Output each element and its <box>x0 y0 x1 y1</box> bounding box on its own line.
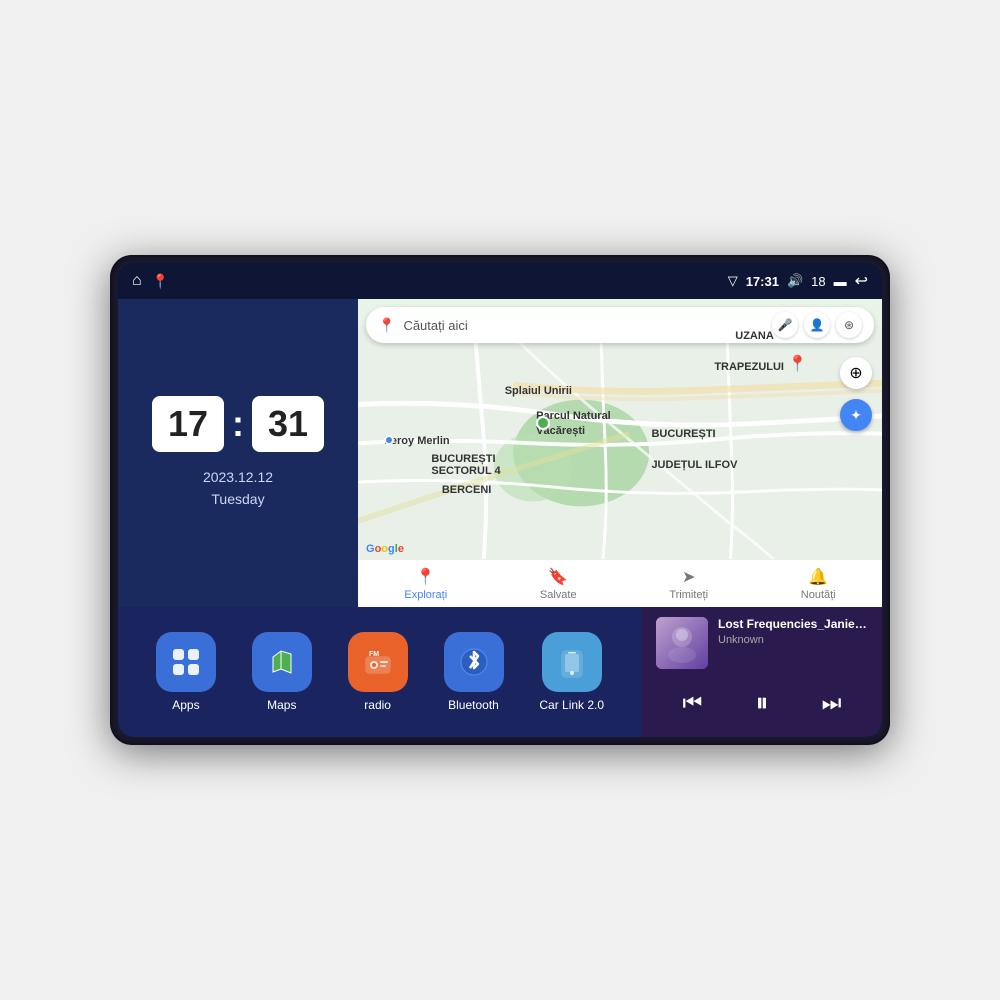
app-item-bluetooth[interactable]: Bluetooth <box>444 632 504 712</box>
map-nav-saved[interactable]: 🔖 Salvate <box>540 567 577 601</box>
status-right-icons: ▽ 17:31 🔊 18 ▬ ↩ <box>728 271 868 291</box>
music-next-btn[interactable]: ⏭ <box>814 686 850 720</box>
maps-status-icon[interactable]: 📍 <box>152 273 169 290</box>
layers-btn[interactable]: ⊛ <box>836 312 862 338</box>
music-artist: Unknown <box>718 634 868 646</box>
volume-icon: 🔊 <box>787 273 803 289</box>
voice-search-btn[interactable]: 🎤 <box>772 312 798 338</box>
main-content: 17 : 31 2023.12.12 Tuesday <box>118 299 882 737</box>
map-nav-explore[interactable]: 📍 Explorați <box>404 567 447 601</box>
clock-display: 17 : 31 <box>152 396 324 452</box>
apps-area: Apps Maps <box>118 607 642 737</box>
app-item-radio[interactable]: FM radio <box>348 632 408 712</box>
news-label: Noutăți <box>801 589 836 601</box>
map-search-placeholder[interactable]: Căutați aici <box>403 318 764 333</box>
radio-label: radio <box>364 698 391 712</box>
map-bottom-nav: 📍 Explorați 🔖 Salvate ➤ Trimiteți <box>358 559 882 607</box>
map-widget[interactable]: 📍 Căutați aici 🎤 👤 ⊛ TRAPEZULUI BUCUREȘT… <box>358 299 882 607</box>
map-pin-icon: 📍 <box>378 317 395 334</box>
map-background: 📍 Căutați aici 🎤 👤 ⊛ TRAPEZULUI BUCUREȘT… <box>358 299 882 607</box>
music-info: Lost Frequencies_Janieck Devy-... Unknow… <box>718 617 868 646</box>
saved-icon: 🔖 <box>548 567 568 587</box>
map-nav-news[interactable]: 🔔 Noutăți <box>801 567 836 601</box>
svg-text:FM: FM <box>369 651 379 658</box>
radio-icon: FM <box>348 632 408 692</box>
apps-icon <box>156 632 216 692</box>
clock-widget: 17 : 31 2023.12.12 Tuesday <box>118 299 358 607</box>
explore-icon: 📍 <box>416 567 436 587</box>
saved-label: Salvate <box>540 589 577 601</box>
battery-level: 18 <box>811 274 825 289</box>
music-controls: ⏮ ⏸ ⏭ <box>656 683 868 723</box>
clock-minutes: 31 <box>252 396 324 452</box>
top-row: 17 : 31 2023.12.12 Tuesday <box>118 299 882 607</box>
carlink-icon <box>542 632 602 692</box>
account-btn[interactable]: 👤 <box>804 312 830 338</box>
bluetooth-label: Bluetooth <box>448 698 499 712</box>
clock-hours: 17 <box>152 396 224 452</box>
signal-icon: ▽ <box>728 273 738 289</box>
apps-label: Apps <box>172 698 199 712</box>
back-icon[interactable]: ↩ <box>855 271 868 291</box>
music-thumbnail <box>656 617 708 669</box>
music-title: Lost Frequencies_Janieck Devy-... <box>718 617 868 631</box>
bottom-row: Apps Maps <box>118 607 882 737</box>
music-play-btn[interactable]: ⏸ <box>747 683 776 723</box>
app-item-carlink[interactable]: Car Link 2.0 <box>539 632 604 712</box>
status-time: 17:31 <box>746 274 779 289</box>
app-item-maps[interactable]: Maps <box>252 632 312 712</box>
send-icon: ➤ <box>682 567 695 587</box>
maps-icon <box>252 632 312 692</box>
bluetooth-icon <box>444 632 504 692</box>
app-item-apps[interactable]: Apps <box>156 632 216 712</box>
music-prev-btn[interactable]: ⏮ <box>675 686 711 720</box>
send-label: Trimiteți <box>669 589 708 601</box>
map-compass-btn[interactable]: ⊕ <box>840 357 872 389</box>
status-left-icons: ⌂ 📍 <box>132 272 169 290</box>
status-bar: ⌂ 📍 ▽ 17:31 🔊 18 ▬ ↩ <box>118 263 882 299</box>
music-player: Lost Frequencies_Janieck Devy-... Unknow… <box>642 607 882 737</box>
maps-label: Maps <box>267 698 296 712</box>
map-search-bar[interactable]: 📍 Căutați aici 🎤 👤 ⊛ <box>366 307 874 343</box>
clock-date: 2023.12.12 Tuesday <box>203 466 273 511</box>
map-nav-send[interactable]: ➤ Trimiteți <box>669 567 708 601</box>
map-search-actions: 🎤 👤 ⊛ <box>772 312 862 338</box>
carlink-label: Car Link 2.0 <box>539 698 604 712</box>
battery-icon: ▬ <box>834 274 847 289</box>
map-location-pin: 📍 <box>788 354 808 374</box>
google-logo: Google <box>366 543 404 555</box>
map-poi-leroy <box>384 435 394 445</box>
device-screen: ⌂ 📍 ▽ 17:31 🔊 18 ▬ ↩ 17 : <box>118 263 882 737</box>
car-display-device: ⌂ 📍 ▽ 17:31 🔊 18 ▬ ↩ 17 : <box>110 255 890 745</box>
news-icon: 🔔 <box>808 567 828 587</box>
explore-label: Explorați <box>404 589 447 601</box>
clock-colon: : <box>232 403 244 445</box>
music-top: Lost Frequencies_Janieck Devy-... Unknow… <box>656 617 868 669</box>
map-my-location-btn[interactable]: ✦ <box>840 399 872 431</box>
home-icon[interactable]: ⌂ <box>132 272 142 290</box>
